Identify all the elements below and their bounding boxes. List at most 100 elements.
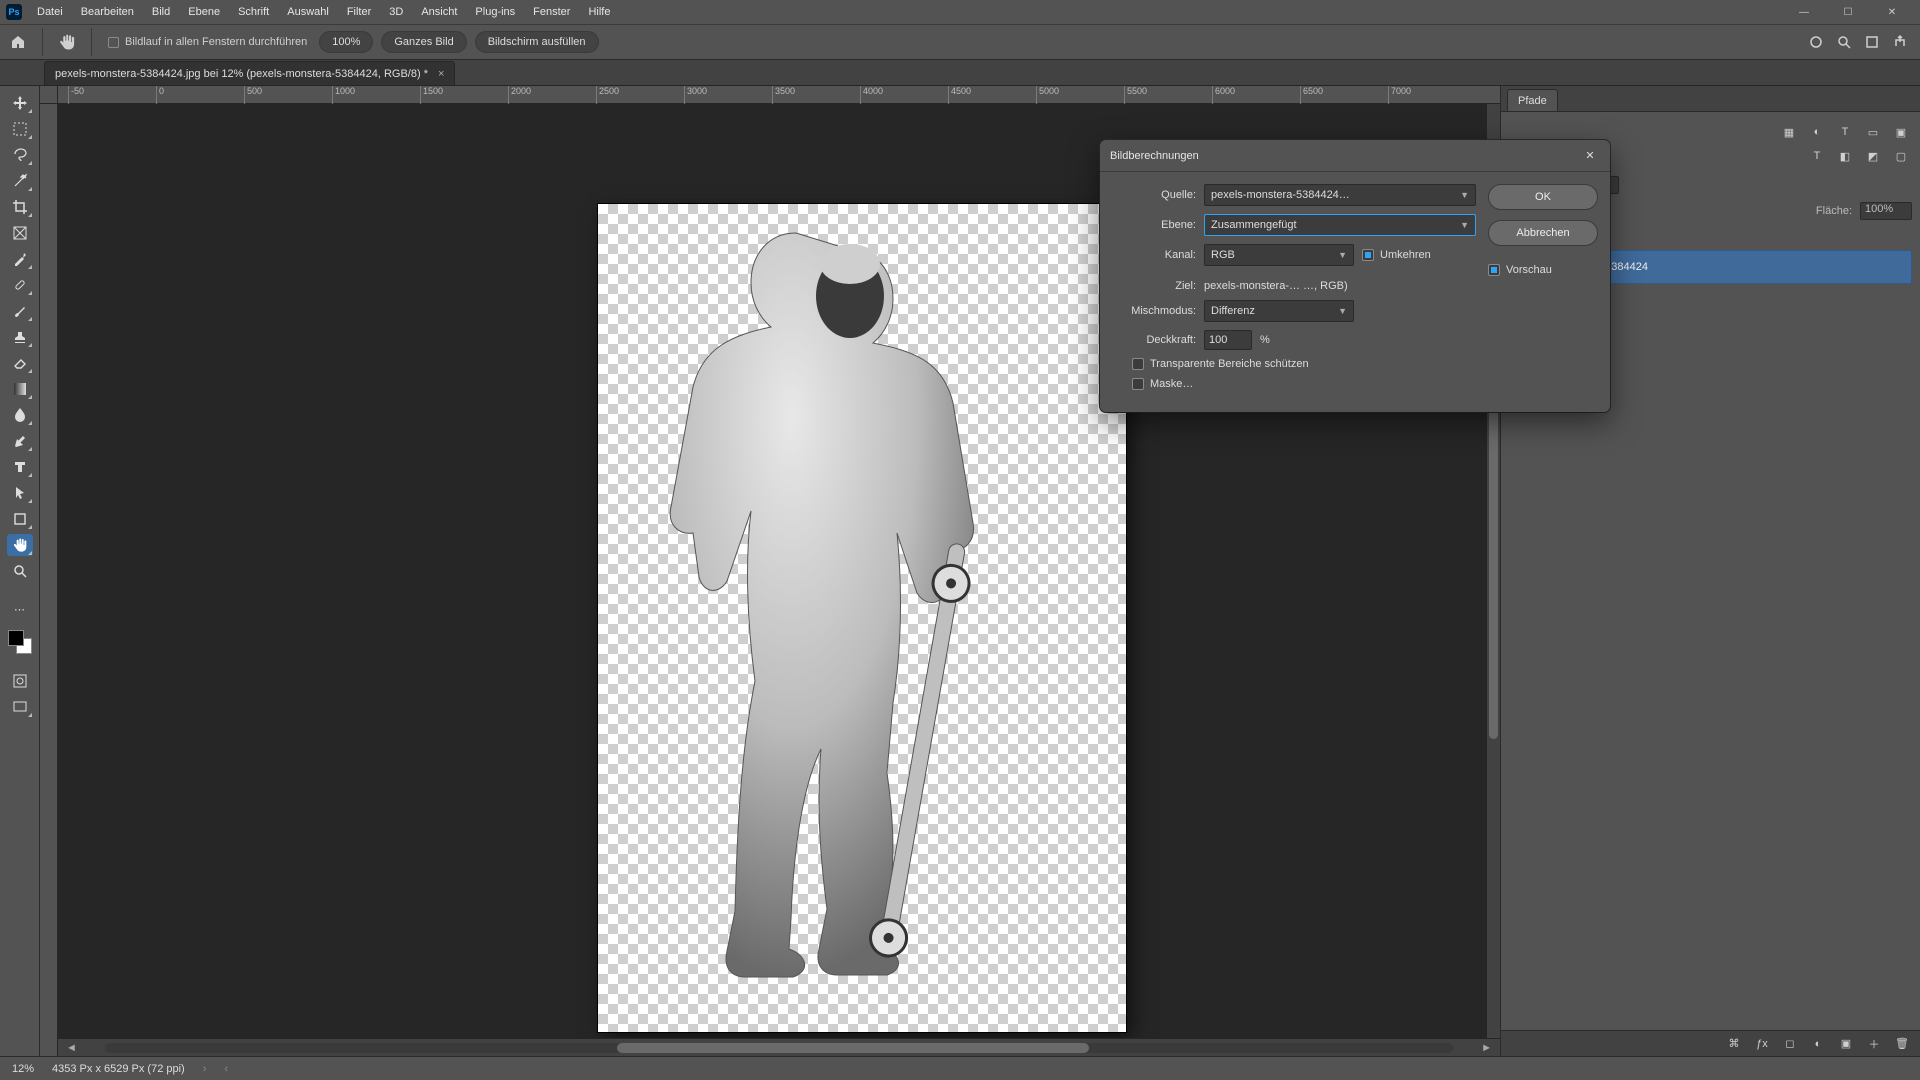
zoom-100-button[interactable]: 100% [319, 31, 373, 53]
layer-style-icon[interactable]: ƒx [1754, 1036, 1770, 1052]
lasso-tool[interactable] [7, 144, 33, 166]
filter-type-icon[interactable]: T [1836, 124, 1854, 140]
filter-pixel-icon[interactable]: ▦ [1780, 124, 1798, 140]
scroll-left-icon[interactable]: ◄ [58, 1042, 85, 1054]
cloud-icon[interactable] [1808, 34, 1824, 50]
fit-screen-button[interactable]: Ganzes Bild [381, 31, 466, 53]
move-tool[interactable] [7, 92, 33, 114]
menu-3d[interactable]: 3D [380, 2, 412, 22]
menu-hilfe[interactable]: Hilfe [579, 2, 619, 22]
channel-dropdown[interactable]: RGB▼ [1204, 244, 1354, 266]
status-chevron-icon[interactable]: ‹ [224, 1063, 228, 1075]
horizontal-scrollbar[interactable]: ◄ ► [58, 1038, 1500, 1056]
menu-ebene[interactable]: Ebene [179, 2, 229, 22]
eraser-tool[interactable] [7, 352, 33, 374]
hand-tool[interactable] [7, 534, 33, 556]
link-layers-icon[interactable]: ⌘ [1726, 1036, 1742, 1052]
frame-tool[interactable] [7, 222, 33, 244]
menu-bearbeiten[interactable]: Bearbeiten [72, 2, 143, 22]
pen-tool[interactable] [7, 430, 33, 452]
scroll-all-windows-checkbox[interactable]: Bildlauf in allen Fenstern durchführen [104, 34, 311, 50]
screenmode-icon[interactable] [7, 696, 33, 718]
menu-schrift[interactable]: Schrift [229, 2, 278, 22]
close-tab-icon[interactable]: × [438, 68, 444, 80]
path-select-tool[interactable] [7, 482, 33, 504]
zoom-tool[interactable] [7, 560, 33, 582]
status-caret-icon[interactable]: › [203, 1063, 207, 1075]
menu-ansicht[interactable]: Ansicht [412, 2, 466, 22]
filter-smart-icon[interactable]: ▣ [1892, 124, 1910, 140]
menu-fenster[interactable]: Fenster [524, 2, 579, 22]
dialog-titlebar[interactable]: Bildberechnungen ✕ [1100, 140, 1610, 172]
menu-datei[interactable]: Datei [28, 2, 72, 22]
ruler-tick: 0 [156, 86, 164, 104]
dialog-close-button[interactable]: ✕ [1580, 146, 1600, 166]
horizontal-ruler[interactable]: -500500100015002000250030003500400045005… [58, 86, 1500, 104]
invert-checkbox[interactable]: Umkehren [1362, 249, 1431, 261]
document-canvas[interactable] [598, 204, 1126, 1032]
ruler-tick: 1500 [420, 86, 443, 104]
search-icon[interactable] [1836, 34, 1852, 50]
filter-vector-icon[interactable]: ◧ [1836, 148, 1854, 164]
layer-mask-icon[interactable]: ◻ [1782, 1036, 1798, 1052]
brush-tool[interactable] [7, 300, 33, 322]
group-icon[interactable]: ▣ [1838, 1036, 1854, 1052]
color-swatches[interactable] [8, 630, 32, 654]
preview-checkbox[interactable]: Vorschau [1488, 264, 1598, 276]
filter-effects-icon[interactable]: ◩ [1864, 148, 1882, 164]
menu-bild[interactable]: Bild [143, 2, 179, 22]
magic-wand-tool[interactable] [7, 170, 33, 192]
window-maximize-button[interactable]: ☐ [1826, 1, 1870, 23]
edit-toolbar-icon[interactable]: ⋯ [7, 598, 33, 620]
healing-tool[interactable] [7, 274, 33, 296]
scrollbar-track[interactable] [105, 1043, 1453, 1053]
type-tool[interactable] [7, 456, 33, 478]
filter-type2-icon[interactable]: T [1808, 148, 1826, 164]
doc-info[interactable]: 4353 Px x 6529 Px (72 ppi) [52, 1063, 185, 1075]
gradient-tool[interactable] [7, 378, 33, 400]
history-icon[interactable] [1864, 34, 1880, 50]
separator [91, 28, 92, 56]
new-layer-icon[interactable]: ＋ [1866, 1036, 1882, 1052]
ok-button[interactable]: OK [1488, 184, 1598, 210]
scrollbar-thumb[interactable] [617, 1043, 1089, 1053]
menu-plugins[interactable]: Plug-ins [466, 2, 524, 22]
quickmask-icon[interactable] [7, 670, 33, 692]
adjustment-layer-icon[interactable]: ◐ [1810, 1036, 1826, 1052]
filter-artboard-icon[interactable]: ▢ [1892, 148, 1910, 164]
window-close-button[interactable]: ✕ [1870, 1, 1914, 23]
blend-dropdown[interactable]: Differenz▼ [1204, 300, 1354, 322]
preserve-transparency-checkbox[interactable]: Transparente Bereiche schützen [1132, 358, 1309, 370]
trash-icon[interactable]: 🗑 [1894, 1036, 1910, 1052]
panel-tab-pfade[interactable]: Pfade [1507, 89, 1558, 111]
window-minimize-button[interactable]: — [1782, 1, 1826, 23]
foreground-color-swatch[interactable] [8, 630, 24, 646]
marquee-tool[interactable] [7, 118, 33, 140]
mask-checkbox[interactable]: Maske… [1132, 378, 1193, 390]
blur-tool[interactable] [7, 404, 33, 426]
opacity-input[interactable]: 100 [1204, 330, 1252, 350]
fill-field[interactable]: 100% [1860, 202, 1912, 220]
stamp-tool[interactable] [7, 326, 33, 348]
filter-adjust-icon[interactable]: ◐ [1808, 124, 1826, 140]
layer-dropdown[interactable]: Zusammengefügt▼ [1204, 214, 1476, 236]
app-icon: Ps [6, 4, 22, 20]
menu-auswahl[interactable]: Auswahl [278, 2, 338, 22]
source-dropdown[interactable]: pexels-monstera-5384424…▼ [1204, 184, 1476, 206]
checkbox-icon [1362, 249, 1374, 261]
shape-tool[interactable] [7, 508, 33, 530]
menu-filter[interactable]: Filter [338, 2, 380, 22]
vertical-ruler[interactable] [40, 104, 58, 1056]
chevron-down-icon: ▼ [1460, 220, 1469, 230]
document-tab[interactable]: pexels-monstera-5384424.jpg bei 12% (pex… [44, 61, 455, 85]
ruler-origin[interactable] [40, 86, 58, 104]
home-icon[interactable] [6, 30, 30, 54]
eyedropper-tool[interactable] [7, 248, 33, 270]
scroll-right-icon[interactable]: ► [1473, 1042, 1500, 1054]
fill-screen-button[interactable]: Bildschirm ausfüllen [475, 31, 599, 53]
share-icon[interactable] [1892, 34, 1908, 50]
filter-shape-icon[interactable]: ▭ [1864, 124, 1882, 140]
crop-tool[interactable] [7, 196, 33, 218]
zoom-level[interactable]: 12% [12, 1063, 34, 1075]
cancel-button[interactable]: Abbrechen [1488, 220, 1598, 246]
